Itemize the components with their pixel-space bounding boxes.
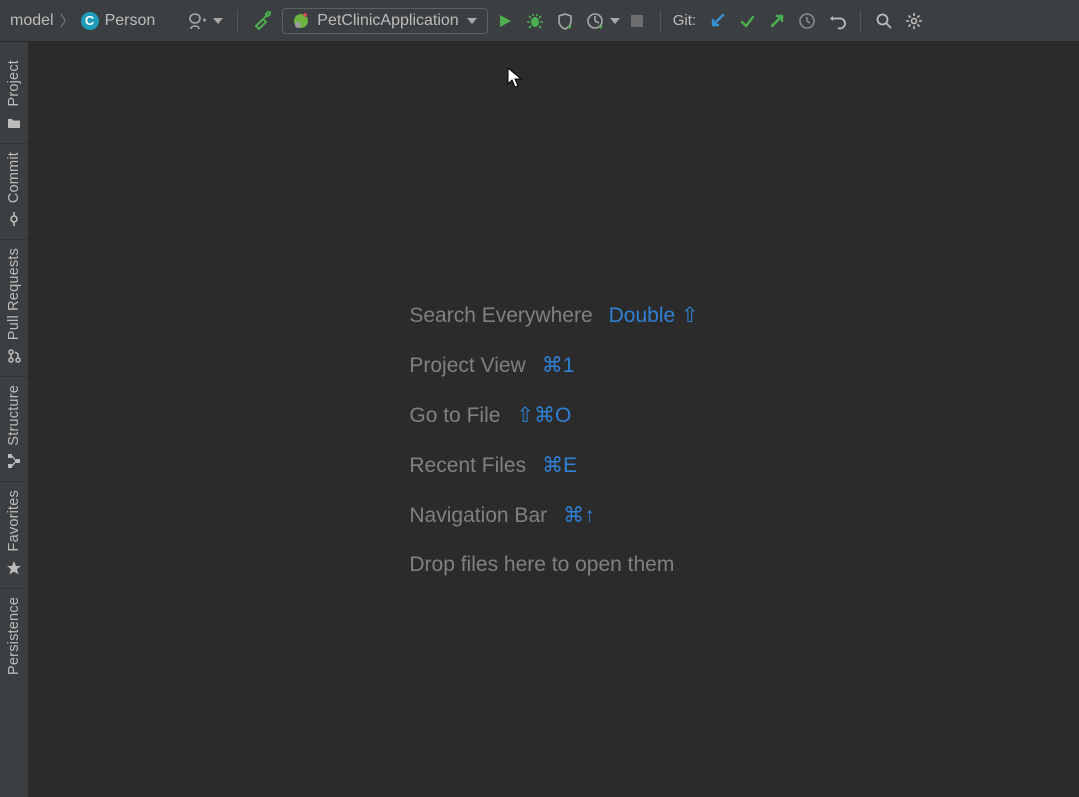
git-update-button[interactable] bbox=[704, 8, 730, 34]
hint-shortcut: Double ⇧ bbox=[609, 303, 699, 328]
hint-search-everywhere: Search Everywhere Double ⇧ bbox=[409, 303, 698, 328]
mouse-cursor-icon bbox=[507, 67, 523, 89]
tool-tab-label: Commit bbox=[6, 152, 22, 203]
hint-label: Navigation Bar bbox=[409, 504, 547, 528]
settings-button[interactable] bbox=[901, 8, 927, 34]
hint-label: Project View bbox=[409, 354, 525, 378]
tool-tab-label: Persistence bbox=[6, 597, 22, 675]
separator bbox=[237, 10, 238, 32]
hint-navigation-bar: Navigation Bar ⌘↑ bbox=[409, 503, 698, 528]
tool-tab-label: Favorites bbox=[6, 490, 22, 551]
tool-tab-label: Project bbox=[6, 60, 22, 107]
separator bbox=[660, 10, 661, 32]
chevron-right-icon: 〉 bbox=[60, 10, 75, 31]
git-label: Git: bbox=[673, 12, 696, 29]
spring-boot-icon bbox=[293, 13, 309, 29]
tool-tab-project[interactable]: Project bbox=[0, 52, 28, 144]
run-coverage-button[interactable] bbox=[552, 8, 578, 34]
git-history-button[interactable] bbox=[794, 8, 820, 34]
breadcrumb[interactable]: model 〉 C Person bbox=[10, 10, 155, 31]
hint-label: Drop files here to open them bbox=[409, 553, 674, 577]
chevron-down-icon bbox=[467, 18, 477, 24]
hint-recent-files: Recent Files ⌘E bbox=[409, 453, 698, 478]
hint-drop-files: Drop files here to open them bbox=[409, 553, 698, 577]
tool-tab-label: Structure bbox=[6, 385, 22, 446]
commit-icon bbox=[6, 211, 22, 227]
star-icon bbox=[6, 560, 22, 576]
search-button[interactable] bbox=[871, 8, 897, 34]
hint-shortcut: ⌘1 bbox=[542, 353, 575, 378]
git-push-button[interactable] bbox=[764, 8, 790, 34]
chevron-down-icon[interactable] bbox=[610, 18, 620, 24]
tool-tab-commit[interactable]: Commit bbox=[0, 144, 28, 240]
hint-shortcut: ⌘E bbox=[542, 453, 577, 478]
editor-empty-state[interactable]: Search Everywhere Double ⇧ Project View … bbox=[29, 42, 1079, 797]
separator bbox=[860, 10, 861, 32]
run-button[interactable] bbox=[492, 8, 518, 34]
stop-button[interactable] bbox=[624, 8, 650, 34]
tool-tab-pull-requests[interactable]: Pull Requests bbox=[0, 240, 28, 377]
breadcrumb-leaf[interactable]: Person bbox=[105, 12, 156, 30]
pull-request-icon bbox=[6, 348, 22, 364]
run-configuration-name: PetClinicApplication bbox=[317, 12, 458, 30]
workspace: Project Commit Pull Requests Structure F… bbox=[0, 42, 1079, 797]
tool-tab-favorites[interactable]: Favorites bbox=[0, 482, 28, 588]
run-configuration-selector[interactable]: PetClinicApplication bbox=[282, 8, 487, 34]
chevron-down-icon[interactable] bbox=[213, 18, 223, 24]
hint-label: Search Everywhere bbox=[409, 304, 592, 328]
hint-shortcut: ⌘↑ bbox=[563, 503, 595, 528]
class-icon: C bbox=[81, 12, 99, 30]
hint-shortcut: ⇧⌘O bbox=[516, 403, 571, 428]
tool-tab-label: Pull Requests bbox=[6, 248, 22, 340]
hint-project-view: Project View ⌘1 bbox=[409, 353, 698, 378]
structure-icon bbox=[6, 453, 22, 469]
tool-tab-structure[interactable]: Structure bbox=[0, 377, 28, 483]
editor-hints: Search Everywhere Double ⇧ Project View … bbox=[409, 303, 698, 577]
profiler-button[interactable] bbox=[582, 8, 608, 34]
code-with-me-button[interactable] bbox=[185, 8, 211, 34]
folder-icon bbox=[6, 115, 22, 131]
breadcrumb-root[interactable]: model bbox=[10, 12, 54, 30]
hint-label: Recent Files bbox=[409, 454, 526, 478]
debug-button[interactable] bbox=[522, 8, 548, 34]
git-commit-button[interactable] bbox=[734, 8, 760, 34]
hint-label: Go to File bbox=[409, 404, 500, 428]
git-rollback-button[interactable] bbox=[824, 8, 850, 34]
main-toolbar: model 〉 C Person PetClinicApplication bbox=[0, 0, 1079, 42]
tool-window-strip-left: Project Commit Pull Requests Structure F… bbox=[0, 42, 29, 797]
tool-tab-persistence[interactable]: Persistence bbox=[0, 589, 28, 687]
hint-goto-file: Go to File ⇧⌘O bbox=[409, 403, 698, 428]
build-button[interactable] bbox=[248, 8, 274, 34]
